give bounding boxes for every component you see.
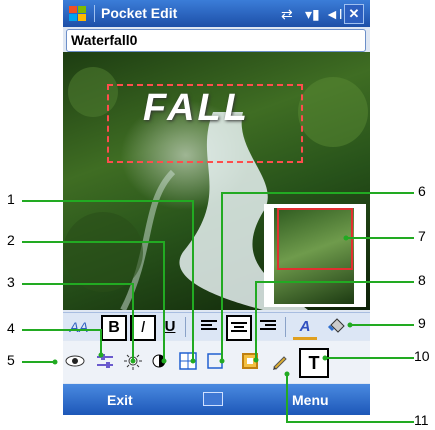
callout-11: 11 (414, 412, 429, 428)
callout-lines (22, 192, 414, 423)
callout-8: 8 (418, 272, 426, 288)
callout-3: 3 (7, 274, 15, 290)
callout-2: 2 (7, 232, 15, 248)
callout-1: 1 (7, 191, 15, 207)
callout-4: 4 (7, 320, 15, 336)
callout-10: 10 (414, 348, 430, 364)
callout-6: 6 (418, 183, 426, 199)
callout-7: 7 (418, 228, 426, 244)
callout-5: 5 (7, 352, 15, 368)
callout-9: 9 (418, 315, 426, 331)
